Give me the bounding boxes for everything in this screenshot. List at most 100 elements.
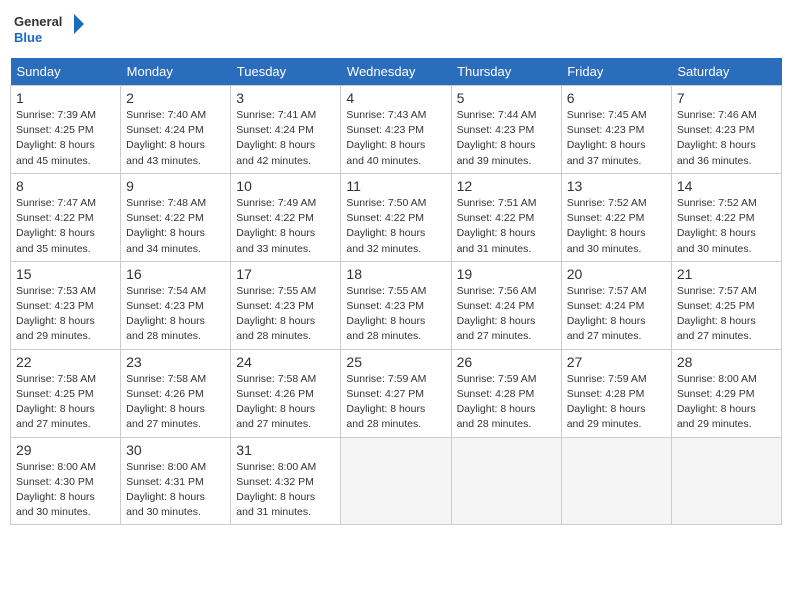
day-number: 6	[567, 90, 666, 106]
day-number: 13	[567, 178, 666, 194]
day-info: Sunrise: 7:47 AM Sunset: 4:22 PM Dayligh…	[16, 196, 115, 257]
day-number: 21	[677, 266, 776, 282]
day-number: 7	[677, 90, 776, 106]
calendar-cell: 19 Sunrise: 7:56 AM Sunset: 4:24 PM Dayl…	[451, 261, 561, 349]
day-info: Sunrise: 7:59 AM Sunset: 4:28 PM Dayligh…	[567, 372, 666, 433]
day-number: 31	[236, 442, 335, 458]
calendar-cell: 6 Sunrise: 7:45 AM Sunset: 4:23 PM Dayli…	[561, 86, 671, 174]
day-number: 9	[126, 178, 225, 194]
calendar-cell: 24 Sunrise: 7:58 AM Sunset: 4:26 PM Dayl…	[231, 349, 341, 437]
day-info: Sunrise: 8:00 AM Sunset: 4:31 PM Dayligh…	[126, 460, 225, 521]
svg-text:General: General	[14, 14, 62, 29]
calendar-cell: 5 Sunrise: 7:44 AM Sunset: 4:23 PM Dayli…	[451, 86, 561, 174]
calendar-cell: 16 Sunrise: 7:54 AM Sunset: 4:23 PM Dayl…	[121, 261, 231, 349]
calendar-cell: 27 Sunrise: 7:59 AM Sunset: 4:28 PM Dayl…	[561, 349, 671, 437]
week-row-2: 8 Sunrise: 7:47 AM Sunset: 4:22 PM Dayli…	[11, 173, 782, 261]
day-number: 17	[236, 266, 335, 282]
calendar-cell: 26 Sunrise: 7:59 AM Sunset: 4:28 PM Dayl…	[451, 349, 561, 437]
calendar-table: SundayMondayTuesdayWednesdayThursdayFrid…	[10, 58, 782, 525]
calendar-cell: 11 Sunrise: 7:50 AM Sunset: 4:22 PM Dayl…	[341, 173, 451, 261]
day-info: Sunrise: 7:50 AM Sunset: 4:22 PM Dayligh…	[346, 196, 445, 257]
day-number: 3	[236, 90, 335, 106]
day-info: Sunrise: 7:49 AM Sunset: 4:22 PM Dayligh…	[236, 196, 335, 257]
day-number: 25	[346, 354, 445, 370]
calendar-cell: 10 Sunrise: 7:49 AM Sunset: 4:22 PM Dayl…	[231, 173, 341, 261]
day-number: 1	[16, 90, 115, 106]
day-number: 16	[126, 266, 225, 282]
day-number: 18	[346, 266, 445, 282]
calendar-cell	[671, 437, 781, 525]
calendar-cell: 23 Sunrise: 7:58 AM Sunset: 4:26 PM Dayl…	[121, 349, 231, 437]
col-header-tuesday: Tuesday	[231, 58, 341, 86]
col-header-monday: Monday	[121, 58, 231, 86]
day-info: Sunrise: 7:39 AM Sunset: 4:25 PM Dayligh…	[16, 108, 115, 169]
calendar-cell: 31 Sunrise: 8:00 AM Sunset: 4:32 PM Dayl…	[231, 437, 341, 525]
day-number: 19	[457, 266, 556, 282]
day-number: 29	[16, 442, 115, 458]
calendar-cell: 1 Sunrise: 7:39 AM Sunset: 4:25 PM Dayli…	[11, 86, 121, 174]
day-info: Sunrise: 7:54 AM Sunset: 4:23 PM Dayligh…	[126, 284, 225, 345]
page-header: General Blue	[10, 10, 782, 50]
day-info: Sunrise: 7:53 AM Sunset: 4:23 PM Dayligh…	[16, 284, 115, 345]
day-info: Sunrise: 8:00 AM Sunset: 4:32 PM Dayligh…	[236, 460, 335, 521]
day-number: 4	[346, 90, 445, 106]
col-header-wednesday: Wednesday	[341, 58, 451, 86]
week-row-4: 22 Sunrise: 7:58 AM Sunset: 4:25 PM Dayl…	[11, 349, 782, 437]
calendar-cell	[451, 437, 561, 525]
day-info: Sunrise: 7:43 AM Sunset: 4:23 PM Dayligh…	[346, 108, 445, 169]
day-number: 8	[16, 178, 115, 194]
calendar-cell: 13 Sunrise: 7:52 AM Sunset: 4:22 PM Dayl…	[561, 173, 671, 261]
logo: General Blue	[14, 10, 84, 50]
day-info: Sunrise: 7:48 AM Sunset: 4:22 PM Dayligh…	[126, 196, 225, 257]
calendar-cell: 20 Sunrise: 7:57 AM Sunset: 4:24 PM Dayl…	[561, 261, 671, 349]
day-info: Sunrise: 7:59 AM Sunset: 4:27 PM Dayligh…	[346, 372, 445, 433]
calendar-cell: 15 Sunrise: 7:53 AM Sunset: 4:23 PM Dayl…	[11, 261, 121, 349]
day-number: 22	[16, 354, 115, 370]
day-info: Sunrise: 7:57 AM Sunset: 4:24 PM Dayligh…	[567, 284, 666, 345]
day-number: 24	[236, 354, 335, 370]
day-info: Sunrise: 7:57 AM Sunset: 4:25 PM Dayligh…	[677, 284, 776, 345]
day-info: Sunrise: 8:00 AM Sunset: 4:30 PM Dayligh…	[16, 460, 115, 521]
day-info: Sunrise: 7:40 AM Sunset: 4:24 PM Dayligh…	[126, 108, 225, 169]
calendar-cell: 22 Sunrise: 7:58 AM Sunset: 4:25 PM Dayl…	[11, 349, 121, 437]
calendar-cell: 14 Sunrise: 7:52 AM Sunset: 4:22 PM Dayl…	[671, 173, 781, 261]
col-header-sunday: Sunday	[11, 58, 121, 86]
col-header-saturday: Saturday	[671, 58, 781, 86]
calendar-header-row: SundayMondayTuesdayWednesdayThursdayFrid…	[11, 58, 782, 86]
day-number: 11	[346, 178, 445, 194]
col-header-thursday: Thursday	[451, 58, 561, 86]
day-info: Sunrise: 7:52 AM Sunset: 4:22 PM Dayligh…	[677, 196, 776, 257]
day-info: Sunrise: 7:45 AM Sunset: 4:23 PM Dayligh…	[567, 108, 666, 169]
svg-text:Blue: Blue	[14, 30, 42, 45]
calendar-cell: 18 Sunrise: 7:55 AM Sunset: 4:23 PM Dayl…	[341, 261, 451, 349]
day-number: 15	[16, 266, 115, 282]
day-number: 27	[567, 354, 666, 370]
day-info: Sunrise: 7:46 AM Sunset: 4:23 PM Dayligh…	[677, 108, 776, 169]
calendar-cell: 4 Sunrise: 7:43 AM Sunset: 4:23 PM Dayli…	[341, 86, 451, 174]
day-info: Sunrise: 7:51 AM Sunset: 4:22 PM Dayligh…	[457, 196, 556, 257]
calendar-cell: 2 Sunrise: 7:40 AM Sunset: 4:24 PM Dayli…	[121, 86, 231, 174]
calendar-cell: 29 Sunrise: 8:00 AM Sunset: 4:30 PM Dayl…	[11, 437, 121, 525]
day-info: Sunrise: 7:55 AM Sunset: 4:23 PM Dayligh…	[236, 284, 335, 345]
day-number: 26	[457, 354, 556, 370]
calendar-cell: 30 Sunrise: 8:00 AM Sunset: 4:31 PM Dayl…	[121, 437, 231, 525]
week-row-3: 15 Sunrise: 7:53 AM Sunset: 4:23 PM Dayl…	[11, 261, 782, 349]
day-info: Sunrise: 7:41 AM Sunset: 4:24 PM Dayligh…	[236, 108, 335, 169]
calendar-cell: 8 Sunrise: 7:47 AM Sunset: 4:22 PM Dayli…	[11, 173, 121, 261]
day-number: 5	[457, 90, 556, 106]
calendar-cell: 17 Sunrise: 7:55 AM Sunset: 4:23 PM Dayl…	[231, 261, 341, 349]
calendar-cell: 12 Sunrise: 7:51 AM Sunset: 4:22 PM Dayl…	[451, 173, 561, 261]
day-number: 20	[567, 266, 666, 282]
day-info: Sunrise: 7:56 AM Sunset: 4:24 PM Dayligh…	[457, 284, 556, 345]
week-row-5: 29 Sunrise: 8:00 AM Sunset: 4:30 PM Dayl…	[11, 437, 782, 525]
calendar-cell: 9 Sunrise: 7:48 AM Sunset: 4:22 PM Dayli…	[121, 173, 231, 261]
day-info: Sunrise: 7:58 AM Sunset: 4:26 PM Dayligh…	[126, 372, 225, 433]
day-info: Sunrise: 7:52 AM Sunset: 4:22 PM Dayligh…	[567, 196, 666, 257]
day-info: Sunrise: 7:44 AM Sunset: 4:23 PM Dayligh…	[457, 108, 556, 169]
day-info: Sunrise: 7:55 AM Sunset: 4:23 PM Dayligh…	[346, 284, 445, 345]
calendar-cell: 21 Sunrise: 7:57 AM Sunset: 4:25 PM Dayl…	[671, 261, 781, 349]
calendar-cell: 28 Sunrise: 8:00 AM Sunset: 4:29 PM Dayl…	[671, 349, 781, 437]
day-info: Sunrise: 8:00 AM Sunset: 4:29 PM Dayligh…	[677, 372, 776, 433]
calendar-cell	[561, 437, 671, 525]
calendar-cell: 25 Sunrise: 7:59 AM Sunset: 4:27 PM Dayl…	[341, 349, 451, 437]
